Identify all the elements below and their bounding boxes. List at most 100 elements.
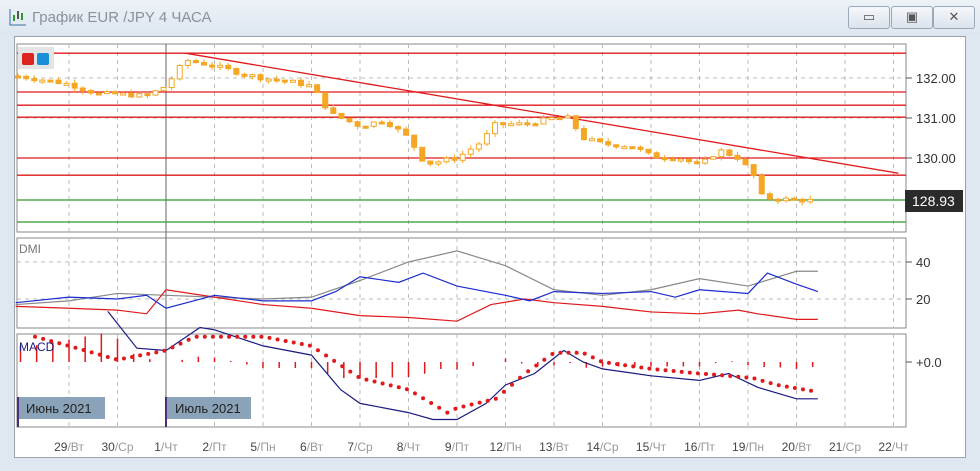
candle (152, 90, 159, 96)
macd-signal-dot (526, 369, 531, 374)
macd-signal-dot (566, 350, 571, 355)
price-tick-label: 131.00 (916, 111, 956, 126)
macd-signal-dot (720, 373, 725, 378)
panel-macd (16, 333, 907, 428)
candle (314, 84, 321, 94)
candle (63, 82, 70, 86)
macd-signal-dot (356, 375, 361, 380)
macd-tick-label: +0.0 (916, 355, 942, 370)
candle (306, 84, 313, 88)
month-label-july: Июль 2021 (165, 397, 251, 427)
date-label: 16/Пт (684, 440, 715, 454)
candle (718, 149, 725, 158)
date-label: 30/Ср (101, 440, 133, 454)
candle (265, 78, 272, 82)
candle (758, 175, 765, 195)
candle (467, 148, 474, 155)
candle (588, 138, 595, 142)
macd-signal-dot (712, 372, 717, 377)
macd-signal-dot (679, 369, 684, 374)
macd-signal-dot (267, 335, 272, 340)
macd-signal-dot (307, 343, 312, 348)
macd-signal-dot (792, 386, 797, 391)
dmi-tick-label: 40 (916, 255, 930, 270)
macd-signal-dot (340, 364, 345, 369)
panel-price (16, 43, 907, 233)
candle (443, 157, 450, 163)
macd-signal-dot (461, 404, 466, 409)
candle (192, 60, 199, 64)
macd-signal-dot (138, 353, 143, 358)
macd-signal-dot (800, 387, 805, 392)
macd-signal-dot (687, 370, 692, 375)
candle (241, 73, 248, 77)
date-label: 20/Вт (782, 440, 812, 454)
candle (726, 149, 733, 156)
macd-signal-dot (469, 402, 474, 407)
macd-signal-dot (130, 354, 135, 359)
candle (103, 91, 110, 95)
macd-signal-dot (671, 369, 676, 374)
candle (540, 117, 547, 125)
candle (597, 138, 604, 143)
candle (209, 64, 216, 68)
macd-signal-dot (534, 363, 539, 368)
macd-signal-dot (477, 400, 482, 405)
macd-signal-dot (218, 334, 223, 339)
candle (613, 144, 620, 148)
price-tick-label: 132.00 (916, 71, 956, 86)
macd-signal-dot (251, 334, 256, 339)
macd-signal-dot (542, 357, 547, 362)
chart-canvas[interactable]: 132.00 131.00 130.00 40 20 +0.0 29/Вт 30/Ср 1/Чт… (0, 0, 980, 471)
macd-signal-dot (202, 334, 207, 339)
candle (128, 92, 135, 98)
macd-signal-dot (259, 334, 264, 339)
macd-signal-dot (768, 381, 773, 386)
date-label: 1/Чт (154, 440, 178, 454)
macd-signal-dot (65, 343, 70, 348)
date-label: 13/Вт (539, 440, 569, 454)
macd-signal-dot (396, 385, 401, 390)
date-label: 6/Вт (300, 440, 324, 454)
candle (629, 146, 636, 150)
macd-signal-dot (639, 365, 644, 370)
macd-signal-dot (210, 334, 215, 339)
macd-signal-dot (380, 381, 385, 386)
date-label: 14/Ср (586, 440, 618, 454)
panel-dmi (16, 237, 907, 329)
macd-signal-dot (752, 376, 757, 381)
date-label: 19/Пн (732, 440, 764, 454)
macd-signal-dot (105, 354, 110, 359)
date-label: 29/Вт (54, 440, 84, 454)
svg-text:Июнь 2021: Июнь 2021 (26, 401, 92, 416)
candle (281, 79, 288, 83)
candle (637, 146, 644, 150)
macd-signal-dot (97, 352, 102, 357)
candle (435, 161, 442, 165)
candle (386, 121, 393, 128)
macd-signal-dot (162, 348, 167, 353)
date-label: 22/Чт (878, 440, 909, 454)
candle (766, 193, 773, 200)
candle (734, 154, 741, 160)
candle (491, 122, 498, 135)
candle (645, 148, 652, 154)
trendline (185, 52, 899, 174)
date-label: 8/Чт (397, 440, 421, 454)
candle (532, 123, 539, 127)
red-toggle-button[interactable] (22, 53, 34, 65)
macd-signal-dot (178, 341, 183, 346)
blue-toggle-button[interactable] (37, 53, 49, 65)
macd-signal-dot (186, 337, 191, 342)
candle (346, 117, 353, 123)
candle (500, 122, 507, 126)
current-price: 128.93 (912, 193, 955, 209)
candle (71, 82, 78, 89)
macd-signal-dot (453, 406, 458, 411)
date-label: 21/Ср (829, 440, 861, 454)
dmi-tick-label: 20 (916, 292, 930, 307)
candle (508, 123, 515, 127)
candle (378, 121, 385, 125)
candle (710, 156, 717, 160)
macd-signal-dot (655, 367, 660, 372)
